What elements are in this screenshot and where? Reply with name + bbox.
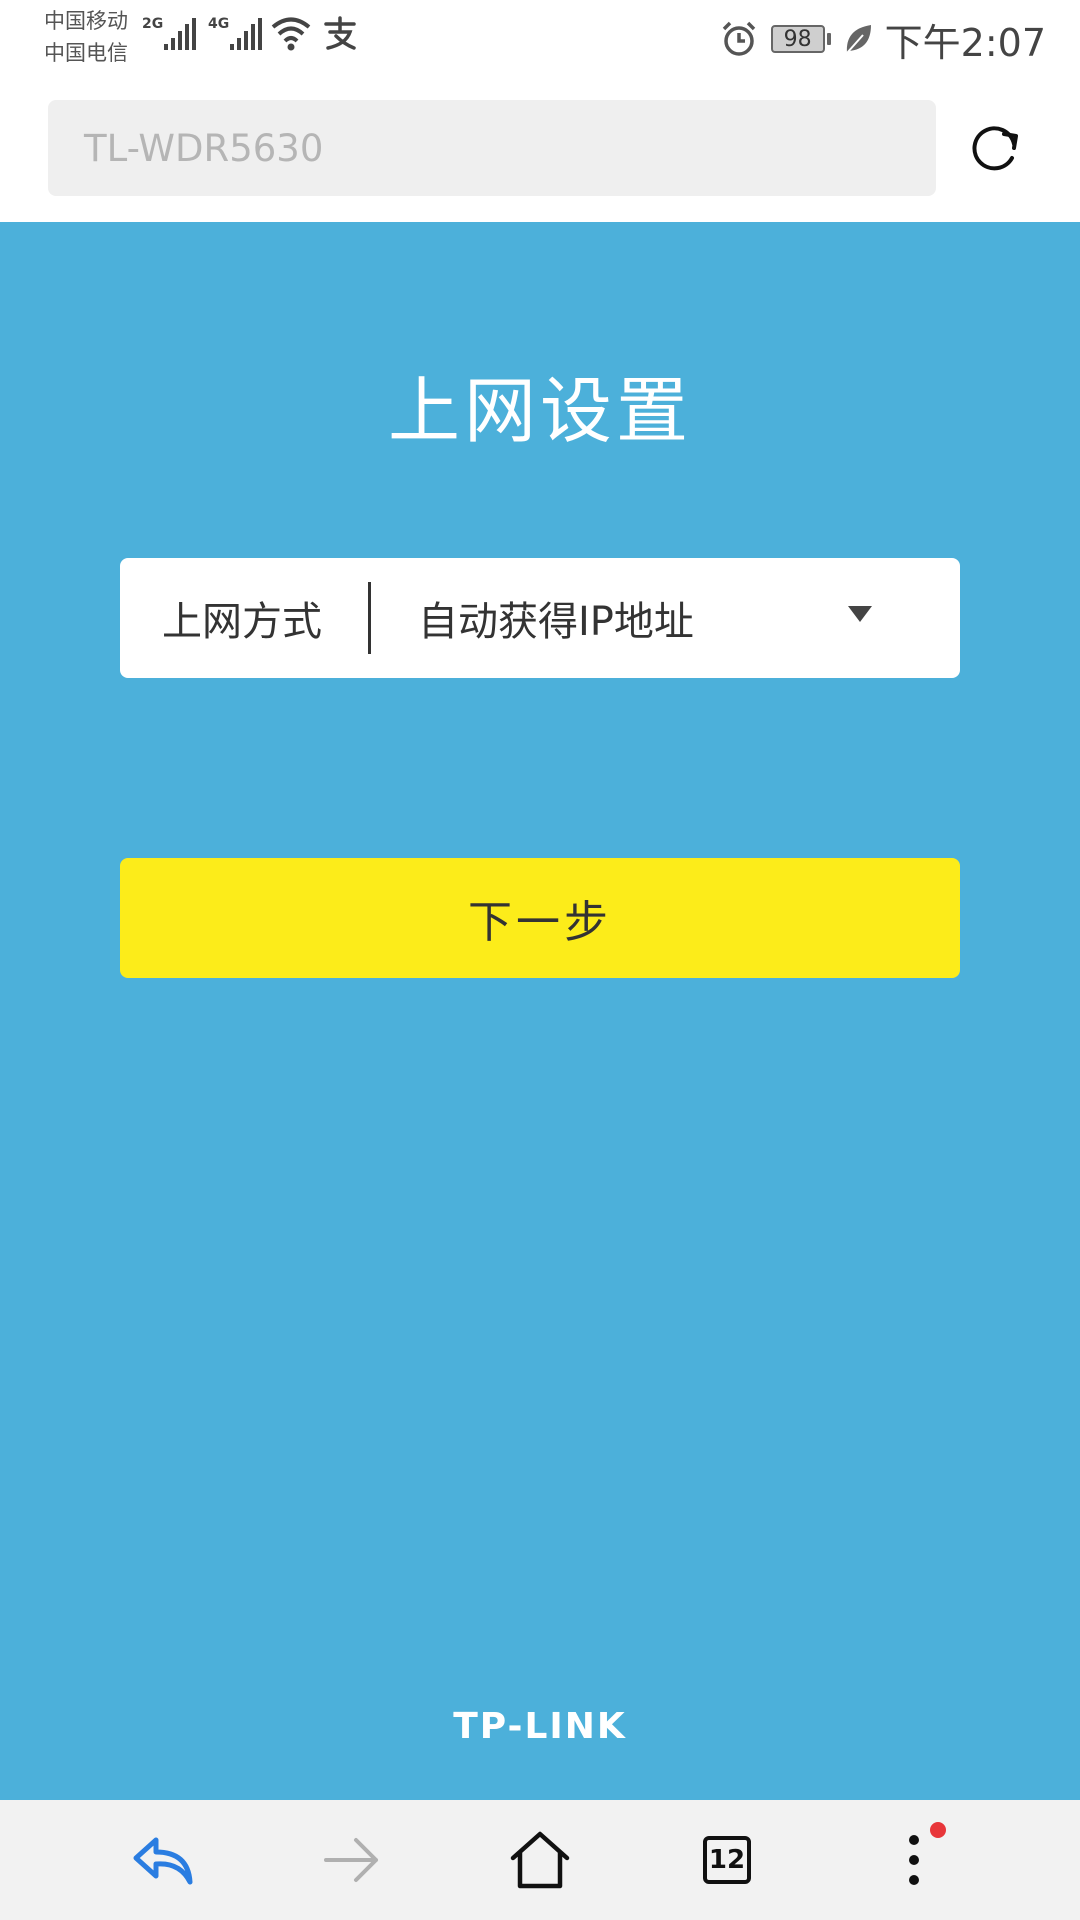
tabs-count: 12 xyxy=(703,1836,751,1884)
status-right: 98 下午2:07 xyxy=(719,14,1046,65)
home-button[interactable] xyxy=(500,1820,580,1900)
connection-type-select[interactable]: 上网方式 自动获得IP地址 xyxy=(120,558,960,678)
back-icon xyxy=(133,1837,193,1885)
clock: 下午2:07 xyxy=(884,20,1046,65)
alipay-icon xyxy=(324,16,356,50)
home-icon xyxy=(510,1831,570,1889)
forward-icon xyxy=(324,1838,378,1882)
alarm-icon xyxy=(722,21,755,56)
signal-icon: 4G xyxy=(208,16,262,50)
page-title: 上网设置 xyxy=(387,369,692,453)
tp-link-logo: TP-LINK xyxy=(453,1706,627,1747)
status-bar: 中国移动 中国电信 2G 4G 98 下午2:07 xyxy=(0,0,1080,80)
tabs-button[interactable]: 12 xyxy=(687,1820,767,1900)
page-content: 上网设置 上网方式 自动获得IP地址 下一步 TP-LINK xyxy=(0,222,1080,1800)
more-vertical-icon xyxy=(909,1835,919,1885)
url-field[interactable]: TL-WDR5630 xyxy=(48,100,936,196)
connection-type-value: 自动获得IP地址 xyxy=(418,599,694,645)
network-2-label: 4G xyxy=(208,16,229,32)
battery-level: 98 xyxy=(770,25,825,53)
menu-button[interactable] xyxy=(874,1820,954,1900)
notification-dot xyxy=(930,1822,946,1838)
network-1-label: 2G xyxy=(142,16,163,32)
wifi-icon xyxy=(271,17,311,51)
forward-button[interactable] xyxy=(312,1820,392,1900)
browser-address-area: TL-WDR5630 xyxy=(0,80,1080,222)
leaf-icon xyxy=(845,25,871,54)
carrier-2-label: 中国电信 xyxy=(44,41,128,65)
browser-bottom-bar: 12 xyxy=(0,1800,1080,1920)
connection-type-label: 上网方式 xyxy=(162,599,322,645)
reload-icon xyxy=(972,126,1018,171)
carrier-1-label: 中国移动 xyxy=(44,9,128,33)
signal-icon: 2G xyxy=(142,16,196,50)
reload-button[interactable] xyxy=(964,116,1028,180)
back-button[interactable] xyxy=(125,1820,205,1900)
dropdown-arrow-icon xyxy=(848,606,872,622)
next-step-button[interactable]: 下一步 xyxy=(120,858,960,978)
select-divider xyxy=(368,582,371,654)
battery-icon: 98 xyxy=(770,25,831,53)
